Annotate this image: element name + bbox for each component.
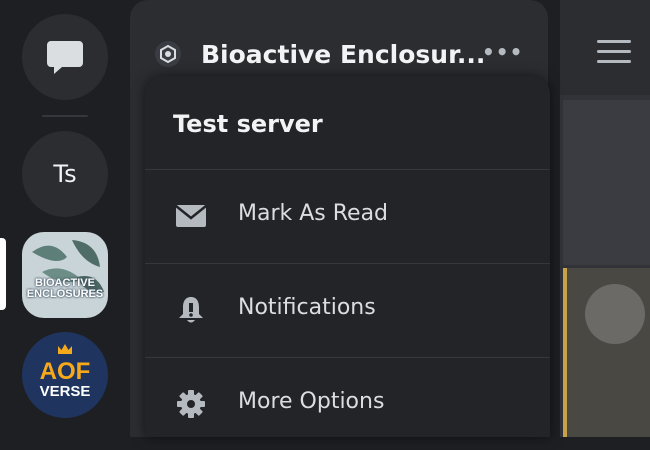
image-object: [585, 284, 645, 344]
hamburger-menu-icon[interactable]: [597, 40, 631, 70]
server-icon-bioactive-enclosures[interactable]: BIOACTIVE ENCLOSURES: [22, 232, 108, 318]
menu-item-more-options[interactable]: More Options: [145, 358, 550, 450]
menu-title: Test server: [173, 110, 323, 138]
crown-icon: [58, 344, 72, 354]
server-icon-test-server[interactable]: Ts: [22, 131, 108, 217]
menu-item-mark-as-read[interactable]: Mark As Read: [145, 170, 550, 262]
ellipsis-icon[interactable]: •••: [482, 40, 523, 64]
bell-icon: [175, 296, 207, 324]
server-initials: Ts: [53, 160, 77, 188]
image-edge: [563, 268, 567, 437]
selected-server-indicator: [0, 238, 6, 310]
menu-item-label: Mark As Read: [238, 201, 389, 226]
menu-item-label: Notifications: [238, 295, 376, 320]
envelope-icon: [175, 202, 207, 230]
server-context-menu: Test server Mark As Read Notifications M…: [145, 76, 550, 437]
leaf-pattern-icon: [32, 240, 104, 293]
server-header[interactable]: Bioactive Enclosur...: [155, 30, 485, 78]
message-image[interactable]: [563, 268, 650, 437]
menu-item-label: More Options: [238, 389, 385, 414]
server-icon-text: BIOACTIVE ENCLOSURES: [26, 277, 104, 300]
menu-item-notifications[interactable]: Notifications: [145, 264, 550, 356]
server-rail: Ts BIOACTIVE ENCLOSURES AOF VERSE: [0, 0, 130, 437]
message-block: [563, 100, 650, 265]
server-icon-aof-verse[interactable]: AOF VERSE: [22, 332, 108, 418]
server-name: Bioactive Enclosur...: [201, 39, 486, 69]
server-boost-icon: [155, 41, 181, 67]
chat-bubble-icon: [47, 41, 83, 74]
direct-messages-button[interactable]: [22, 14, 108, 100]
gear-icon: [175, 390, 207, 418]
rail-divider: [42, 115, 88, 117]
server-icon-text: AOF VERSE: [39, 358, 91, 400]
